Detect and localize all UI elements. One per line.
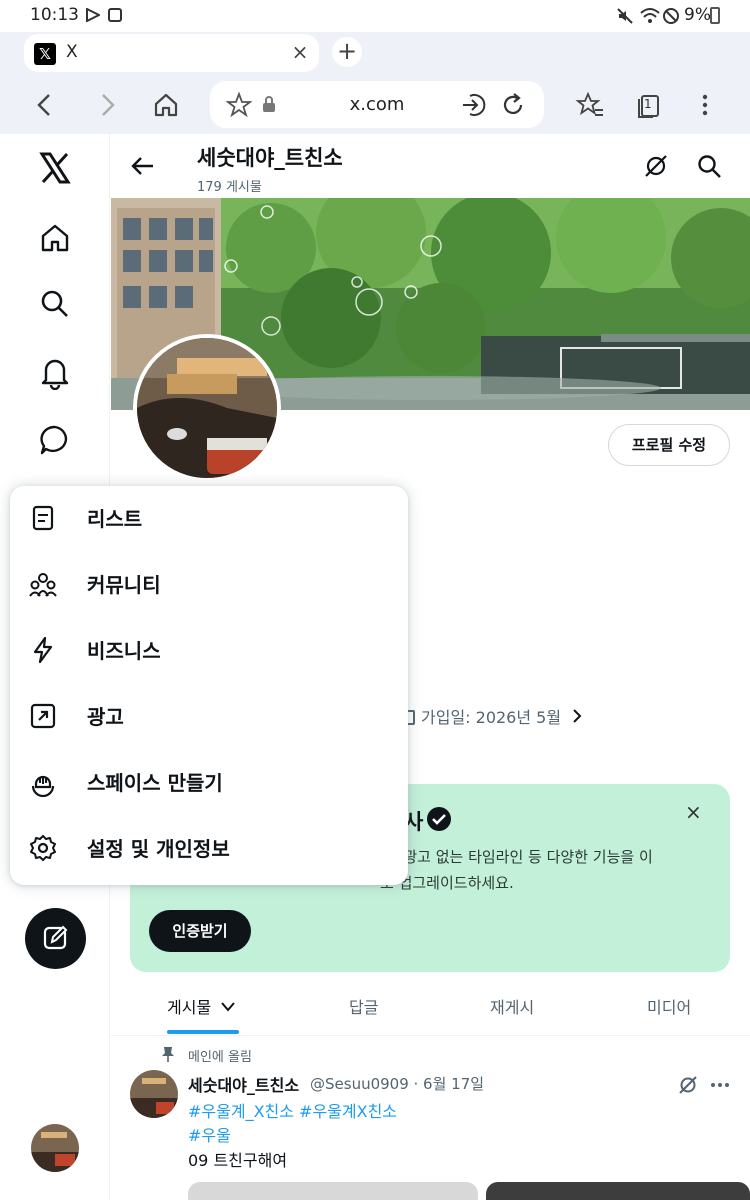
tweet-grok-icon[interactable] xyxy=(677,1074,699,1096)
home-icon[interactable] xyxy=(37,220,73,256)
community-icon xyxy=(28,569,58,599)
pinned-label: 메인에 올림 xyxy=(188,1050,252,1065)
browser-tab[interactable]: 𝕏 X × xyxy=(24,34,319,72)
menu-label-lists: 리스트 xyxy=(87,507,143,531)
menu-label-settings: 설정 및 개인정보 xyxy=(87,837,230,861)
tweet-media-1[interactable] xyxy=(188,1182,478,1200)
dnd-icon xyxy=(662,7,680,25)
browser-toolbar: x.com 1 xyxy=(0,76,750,134)
tab-posts[interactable]: 게시물 xyxy=(167,994,236,1018)
profile-search-icon[interactable] xyxy=(695,152,723,180)
status-bar: 10:13 9% xyxy=(0,0,750,32)
tab-media[interactable]: 미디어 xyxy=(647,994,691,1018)
menu-item-lists[interactable]: 리스트 xyxy=(10,486,408,552)
status-time: 10:13 xyxy=(30,5,79,25)
edit-profile-button[interactable]: 프로필 수정 xyxy=(608,424,730,466)
compose-icon xyxy=(43,925,68,950)
mute-icon xyxy=(616,7,634,25)
post-count: 179 게시물 xyxy=(197,180,262,195)
join-date-text: 가입일: 2026년 5월 xyxy=(421,708,562,727)
join-date: 가입일: 2026년 5월 xyxy=(401,704,582,728)
profile-avatar[interactable] xyxy=(133,334,281,482)
verify-button[interactable]: 인증받기 xyxy=(149,910,251,952)
more-vert-icon[interactable] xyxy=(690,90,720,120)
notification-icon xyxy=(108,8,122,22)
x-logo-icon[interactable] xyxy=(37,150,73,186)
menu-item-communities[interactable]: 커뮤니티 xyxy=(10,552,408,618)
tweet-hashtags-2[interactable]: #우울 xyxy=(188,1122,231,1146)
menu-item-ads[interactable]: 광고 xyxy=(10,684,408,750)
pin-icon xyxy=(161,1046,175,1062)
account-avatar[interactable] xyxy=(31,1124,79,1172)
forward-icon[interactable] xyxy=(92,90,122,120)
active-tab-indicator xyxy=(167,1030,239,1034)
premium-desc-line1: 스, 광고 없는 타임라인 등 다양한 기능을 이 xyxy=(380,848,653,866)
list-icon xyxy=(28,503,58,533)
menu-label-ads: 광고 xyxy=(87,705,124,729)
reload-icon[interactable] xyxy=(500,92,526,118)
pinned-tweet[interactable]: 메인에 올림 세숫대야_트친소 @Sesuu0909 · 6월 17일 #우울계… xyxy=(111,1038,750,1200)
address-bar[interactable]: x.com xyxy=(210,81,544,128)
search-icon[interactable] xyxy=(37,286,73,322)
chevron-down-icon xyxy=(221,1002,236,1012)
menu-label-communities: 커뮤니티 xyxy=(87,573,161,597)
tweet-hashtags-1[interactable]: #우울계_X친소 #우울계X친소 xyxy=(188,1098,397,1122)
url-text: x.com xyxy=(349,94,405,115)
tab-replies[interactable]: 답글 xyxy=(349,994,378,1018)
tab-posts-label: 게시물 xyxy=(167,998,212,1017)
bookmarks-icon[interactable] xyxy=(575,90,605,120)
tweet-meta: @Sesuu0909 · 6월 17일 xyxy=(310,1075,485,1093)
tweet-more-icon[interactable] xyxy=(709,1074,731,1096)
verified-badge-icon xyxy=(426,806,452,832)
lightning-icon xyxy=(28,635,58,665)
more-menu-popup: 리스트 커뮤니티 비즈니스 광고 스페이스 만들기 설정 및 개인정보 xyxy=(10,486,408,885)
back-arrow-icon[interactable] xyxy=(129,152,157,180)
play-store-icon xyxy=(86,8,100,22)
tweet-media-2[interactable] xyxy=(486,1182,750,1200)
home-button-icon[interactable] xyxy=(151,90,181,120)
tab-count: 1 xyxy=(644,97,652,111)
profile-name: 세숫대야_트친소 xyxy=(197,146,343,170)
chat-icon[interactable] xyxy=(37,422,73,458)
wifi-icon xyxy=(640,7,660,25)
tweet-text: 09 트친구해여 xyxy=(188,1151,288,1170)
close-tab-button[interactable]: × xyxy=(286,38,314,66)
profile-header: 세숫대야_트친소 179 게시물 xyxy=(111,134,750,198)
chevron-right-icon[interactable] xyxy=(572,708,582,727)
tab-title: X xyxy=(66,42,78,62)
menu-label-spaces: 스페이스 만들기 xyxy=(87,771,223,795)
battery-level: 9% xyxy=(684,5,711,25)
spaces-icon xyxy=(28,767,58,797)
gear-icon xyxy=(28,833,58,863)
tweet-avatar[interactable] xyxy=(130,1070,178,1118)
x-favicon-icon: 𝕏 xyxy=(34,43,56,65)
bell-icon[interactable] xyxy=(37,354,73,390)
battery-icon xyxy=(710,7,720,24)
grok-icon[interactable] xyxy=(642,152,670,180)
ads-icon xyxy=(28,701,58,731)
tweet-author-name[interactable]: 세숫대야_트친소 xyxy=(188,1072,299,1096)
profile-tabs: 게시물 답글 재게시 미디어 xyxy=(111,984,750,1036)
menu-label-business: 비즈니스 xyxy=(87,639,161,663)
new-tab-button[interactable]: + xyxy=(332,37,362,67)
tab-reposts[interactable]: 재게시 xyxy=(490,994,534,1018)
back-icon[interactable] xyxy=(30,90,60,120)
menu-item-spaces[interactable]: 스페이스 만들기 xyxy=(10,750,408,816)
menu-item-business[interactable]: 비즈니스 xyxy=(10,618,408,684)
premium-close-button[interactable]: × xyxy=(685,800,702,824)
menu-item-settings[interactable]: 설정 및 개인정보 xyxy=(10,816,408,882)
browser-tab-strip: 𝕏 X × + xyxy=(0,32,750,76)
compose-button[interactable] xyxy=(25,908,86,969)
signin-icon[interactable] xyxy=(460,92,486,118)
